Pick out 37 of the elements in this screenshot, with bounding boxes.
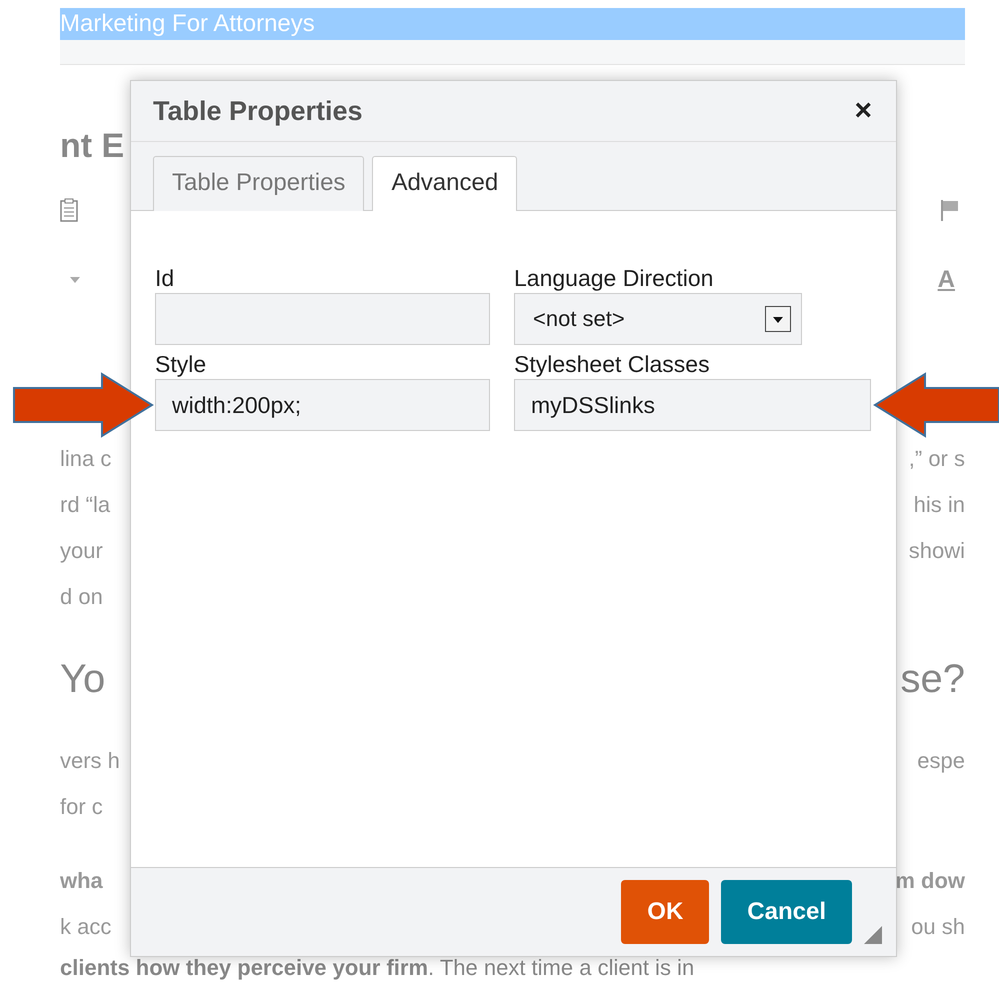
paragraph-text: m dow (895, 867, 965, 895)
paragraph-text: your (60, 537, 103, 565)
paragraph-text: wha (60, 867, 103, 895)
resize-grip-icon[interactable] (864, 926, 882, 944)
ok-button[interactable]: OK (621, 880, 710, 944)
paragraph-text: rd “la (60, 491, 110, 519)
dropdown[interactable]: <not set> (514, 293, 802, 345)
caret-icon[interactable] (70, 277, 80, 283)
paragraph-text: for c (60, 793, 103, 821)
field-label: Language Direction (514, 264, 714, 293)
section-heading: Yo (60, 656, 106, 703)
flag-icon[interactable] (939, 198, 961, 222)
section-heading: se? (900, 656, 965, 703)
tab[interactable]: Advanced (372, 156, 518, 211)
paragraph-text: espe (917, 747, 965, 775)
paragraph-text: lina c (60, 445, 112, 473)
field-label: Id (155, 264, 176, 293)
paragraph-text: vers h (60, 747, 120, 775)
input-field[interactable]: width:200px; (155, 379, 490, 431)
page-banner: Marketing For Attorneys (60, 8, 965, 40)
paragraph-text: clients how they perceive your firm. The next time a client is in (60, 954, 696, 981)
paragraph-text: showi (908, 537, 965, 565)
field-label: Style (155, 350, 208, 379)
input-field[interactable] (155, 293, 490, 345)
cancel-button[interactable]: Cancel (721, 880, 852, 944)
dialog-title: Table Properties (153, 96, 363, 126)
page-heading: nt E (60, 127, 126, 166)
paragraph-text: his in (914, 491, 965, 519)
paragraph-text: d on (60, 583, 103, 611)
paragraph-text: ou sh (911, 913, 965, 941)
paragraph-text: k acc (60, 913, 112, 941)
clipboard-icon[interactable] (60, 198, 78, 222)
tab[interactable]: Table Properties (153, 156, 364, 211)
paragraph-text: ,” or s (908, 445, 965, 473)
field-label: Stylesheet Classes (514, 350, 711, 379)
close-button[interactable]: × (850, 96, 876, 126)
input-field[interactable]: myDSSlinks (514, 379, 871, 431)
